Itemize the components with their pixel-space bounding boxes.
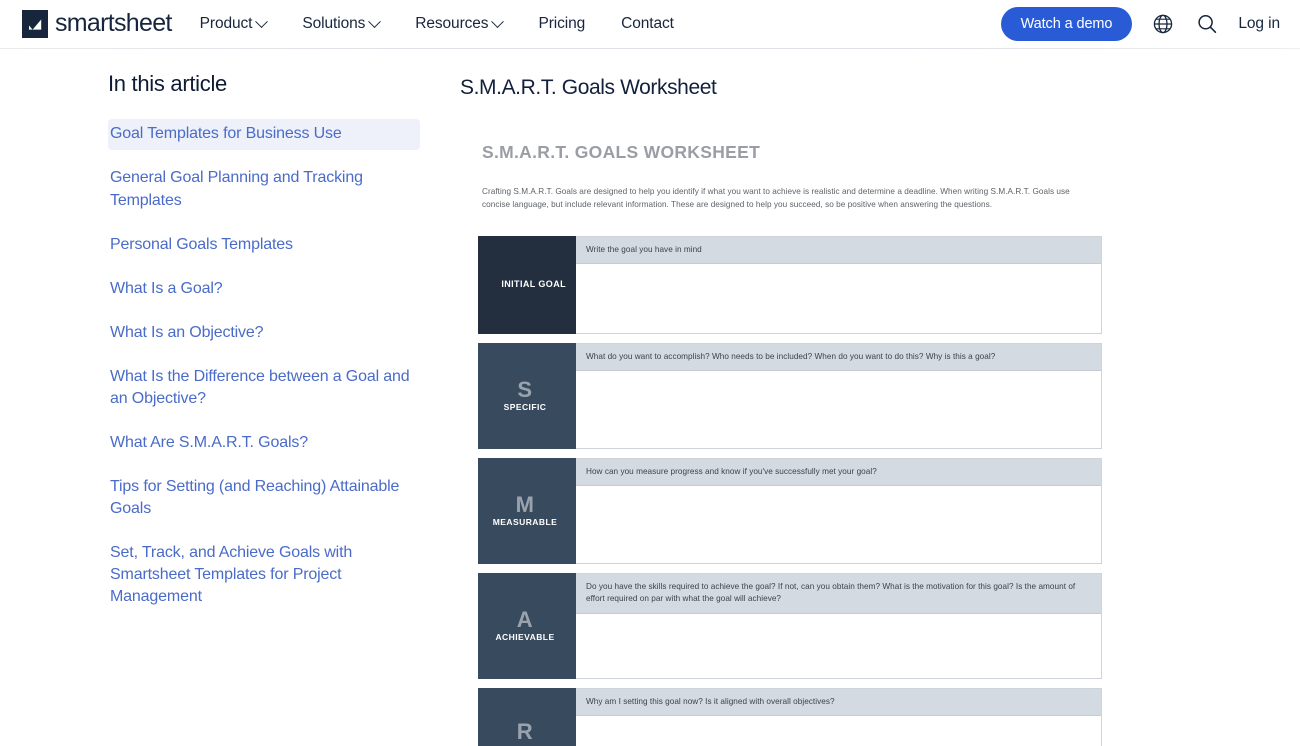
row-question-text: How can you measure progress and know if… [576, 458, 1101, 487]
toc-title: In this article [108, 71, 227, 96]
article-toc-sidebar: In this article Goal Templates for Busin… [0, 49, 440, 746]
row-content: Do you have the skills required to achie… [576, 572, 1102, 679]
row-letter: A [516, 606, 534, 632]
row-question-text: What do you want to accomplish? Who need… [576, 343, 1101, 372]
nav-item-solutions[interactable]: Solutions [302, 9, 397, 39]
row-answer-field[interactable] [576, 486, 1101, 563]
table-row: A ACHIEVABLE Do you have the skills requ… [478, 572, 1102, 679]
nav-item-pricing[interactable]: Pricing [538, 9, 603, 39]
sidebar-item-set-track-achieve[interactable]: Set, Track, and Achieve Goals with Smart… [108, 538, 420, 613]
row-answer-field[interactable] [576, 264, 1101, 333]
row-label-text: SPECIFIC [503, 401, 547, 412]
nav-item-resources[interactable]: Resources [415, 9, 520, 39]
row-label-text: MEASURABLE [492, 516, 558, 527]
nav-label: Pricing [538, 15, 586, 32]
row-label-specific: S SPECIFIC [478, 342, 576, 449]
row-answer-field[interactable] [576, 614, 1101, 678]
login-link[interactable]: Log in [1238, 15, 1280, 33]
sidebar-item-difference-goal-objective[interactable]: What Is the Difference between a Goal an… [108, 362, 420, 415]
watch-demo-button[interactable]: Watch a demo [1000, 7, 1133, 41]
worksheet-table: INITIAL GOAL Write the goal you have in … [478, 235, 1102, 746]
sidebar-item-goal-templates-business[interactable]: Goal Templates for Business Use [108, 119, 420, 151]
sidebar-item-what-is-a-goal[interactable]: What Is a Goal? [108, 274, 420, 305]
table-row: M MEASURABLE How can you measure progres… [478, 457, 1102, 564]
row-label-achievable: A ACHIEVABLE [478, 572, 576, 679]
nav-label: Solutions [302, 15, 366, 32]
page-title: S.M.A.R.T. Goals Worksheet [460, 76, 717, 99]
nav-label: Product [199, 15, 253, 32]
row-answer-field[interactable] [576, 371, 1101, 448]
row-content: Write the goal you have in mind [576, 235, 1102, 334]
chevron-down-icon [491, 14, 505, 28]
row-label-measurable: M MEASURABLE [478, 457, 576, 564]
row-question-text: Write the goal you have in mind [576, 236, 1101, 265]
row-answer-field[interactable] [576, 716, 1101, 746]
toc-list: Goal Templates for Business Use General … [108, 119, 420, 613]
globe-icon[interactable] [1150, 11, 1176, 37]
sidebar-item-what-are-smart-goals[interactable]: What Are S.M.A.R.T. Goals? [108, 428, 420, 459]
table-row: S SPECIFIC What do you want to accomplis… [478, 342, 1102, 449]
row-letter: S [517, 376, 533, 402]
row-label-text: INITIAL GOAL [501, 279, 566, 290]
table-row: R RELEVANT Why am I setting this goal no… [478, 687, 1102, 746]
row-question-text: Do you have the skills required to achie… [576, 573, 1101, 615]
chevron-down-icon [255, 14, 269, 28]
checkmark-square-icon [22, 10, 48, 38]
row-label-text: ACHIEVABLE [495, 631, 555, 642]
smart-goals-worksheet-image: S.M.A.R.T. GOALS WORKSHEET Crafting S.M.… [460, 122, 1120, 746]
sidebar-item-what-is-an-objective[interactable]: What Is an Objective? [108, 318, 420, 349]
sidebar-item-general-goal-planning[interactable]: General Goal Planning and Tracking Templ… [108, 163, 420, 216]
search-icon[interactable] [1194, 11, 1220, 37]
chevron-down-icon [368, 14, 382, 28]
nav-item-product[interactable]: Product [200, 9, 285, 39]
worksheet-intro-text: Crafting S.M.A.R.T. Goals are designed t… [482, 187, 1070, 210]
row-letter: R [516, 718, 534, 744]
header-actions: Watch a demo Log in [1000, 7, 1280, 41]
sidebar-item-personal-goals-templates[interactable]: Personal Goals Templates [108, 230, 420, 261]
site-header: smartsheet Product Solutions Resources P… [0, 0, 1300, 48]
worksheet-heading: S.M.A.R.T. GOALS WORKSHEET [482, 142, 761, 163]
row-label-initial-goal: INITIAL GOAL [478, 235, 576, 334]
page-body: In this article Goal Templates for Busin… [0, 49, 1300, 746]
row-content: Why am I setting this goal now? Is it al… [576, 687, 1102, 746]
row-label-text: RELEVANT [484, 743, 566, 746]
main-content: S.M.A.R.T. Goals Worksheet S.M.A.R.T. GO… [440, 49, 1300, 746]
sidebar-item-tips-attainable-goals[interactable]: Tips for Setting (and Reaching) Attainab… [108, 472, 420, 525]
logo-wordmark: smartsheet [55, 8, 172, 37]
row-content: How can you measure progress and know if… [576, 457, 1102, 564]
nav-item-contact[interactable]: Contact [621, 9, 692, 39]
row-content: What do you want to accomplish? Who need… [576, 342, 1102, 449]
row-label-relevant: R RELEVANT [478, 687, 576, 746]
smartsheet-logo[interactable]: smartsheet [22, 10, 172, 38]
nav-label: Resources [415, 15, 489, 32]
table-row: INITIAL GOAL Write the goal you have in … [478, 235, 1102, 334]
row-question-text: Why am I setting this goal now? Is it al… [576, 688, 1101, 717]
nav-label: Contact [621, 15, 674, 32]
primary-navigation: Product Solutions Resources Pricing Cont… [200, 9, 1001, 39]
row-letter: M [515, 491, 535, 517]
